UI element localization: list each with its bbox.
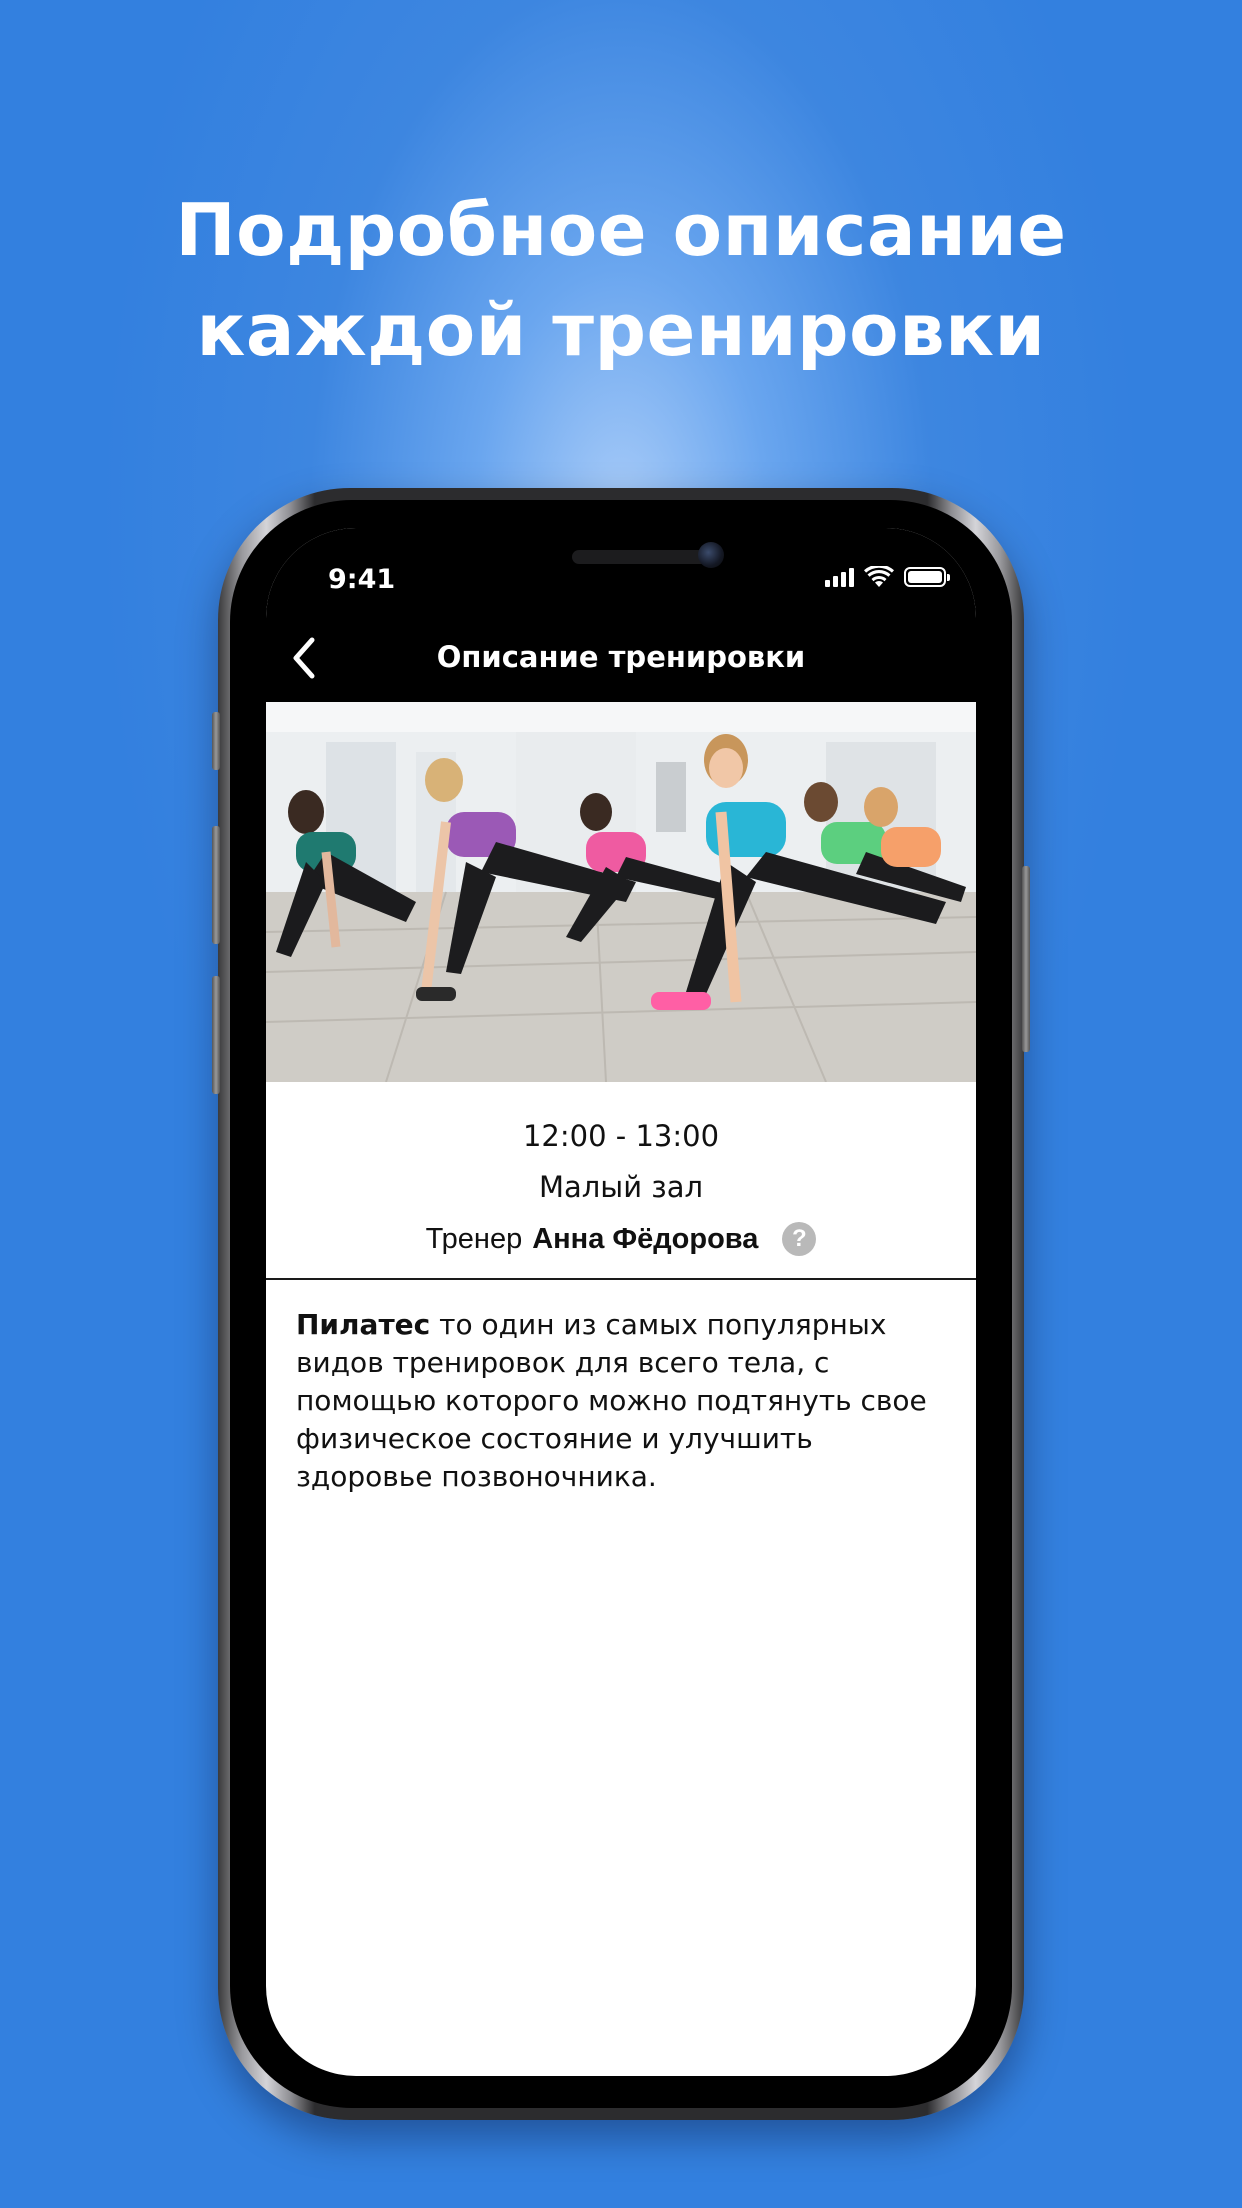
- status-time: 9:41: [328, 564, 396, 595]
- workout-time: 12:00 - 13:00: [522, 1119, 720, 1153]
- question-circle-icon[interactable]: ?: [782, 1222, 817, 1256]
- front-camera: [698, 542, 724, 568]
- phone-screen: 9:41 Описание тренировки 12:00 - 13:00 М…: [266, 528, 976, 2076]
- earpiece-speaker: [572, 550, 708, 564]
- workout-hall: Малый зал: [538, 1170, 704, 1204]
- phone-silent-switch: [212, 712, 220, 770]
- workout-title: Пилатес: [296, 1308, 431, 1341]
- phone-volume-up-button: [212, 826, 220, 944]
- workout-details: 12:00 - 13:00 Малый зал Тренер Анна Фёдо…: [266, 1112, 976, 1264]
- promo-headline-line-1: Подробное описание: [175, 188, 1067, 272]
- workout-description: Пилатес то один из самых популярных видо…: [296, 1306, 946, 1496]
- trainer-row: Тренер Анна Фёдорова ?: [266, 1214, 976, 1264]
- wifi-icon: [864, 566, 894, 587]
- page-title: Описание тренировки: [436, 640, 806, 674]
- battery-icon: [904, 567, 950, 587]
- promo-headline: Подробное описание каждой тренировки: [0, 180, 1242, 380]
- promo-headline-line-2: каждой тренировки: [196, 288, 1046, 372]
- divider: [266, 1278, 976, 1280]
- status-icons: [825, 566, 950, 588]
- cellular-signal-icon: [825, 567, 854, 587]
- phone-power-button: [1022, 866, 1030, 1052]
- workout-photo: [266, 702, 976, 1082]
- nav-header: 9:41 Описание тренировки: [266, 528, 976, 702]
- trainer-name[interactable]: Анна Фёдорова: [532, 1214, 758, 1264]
- trainer-label: Тренер: [425, 1223, 523, 1255]
- phone-volume-down-button: [212, 976, 220, 1094]
